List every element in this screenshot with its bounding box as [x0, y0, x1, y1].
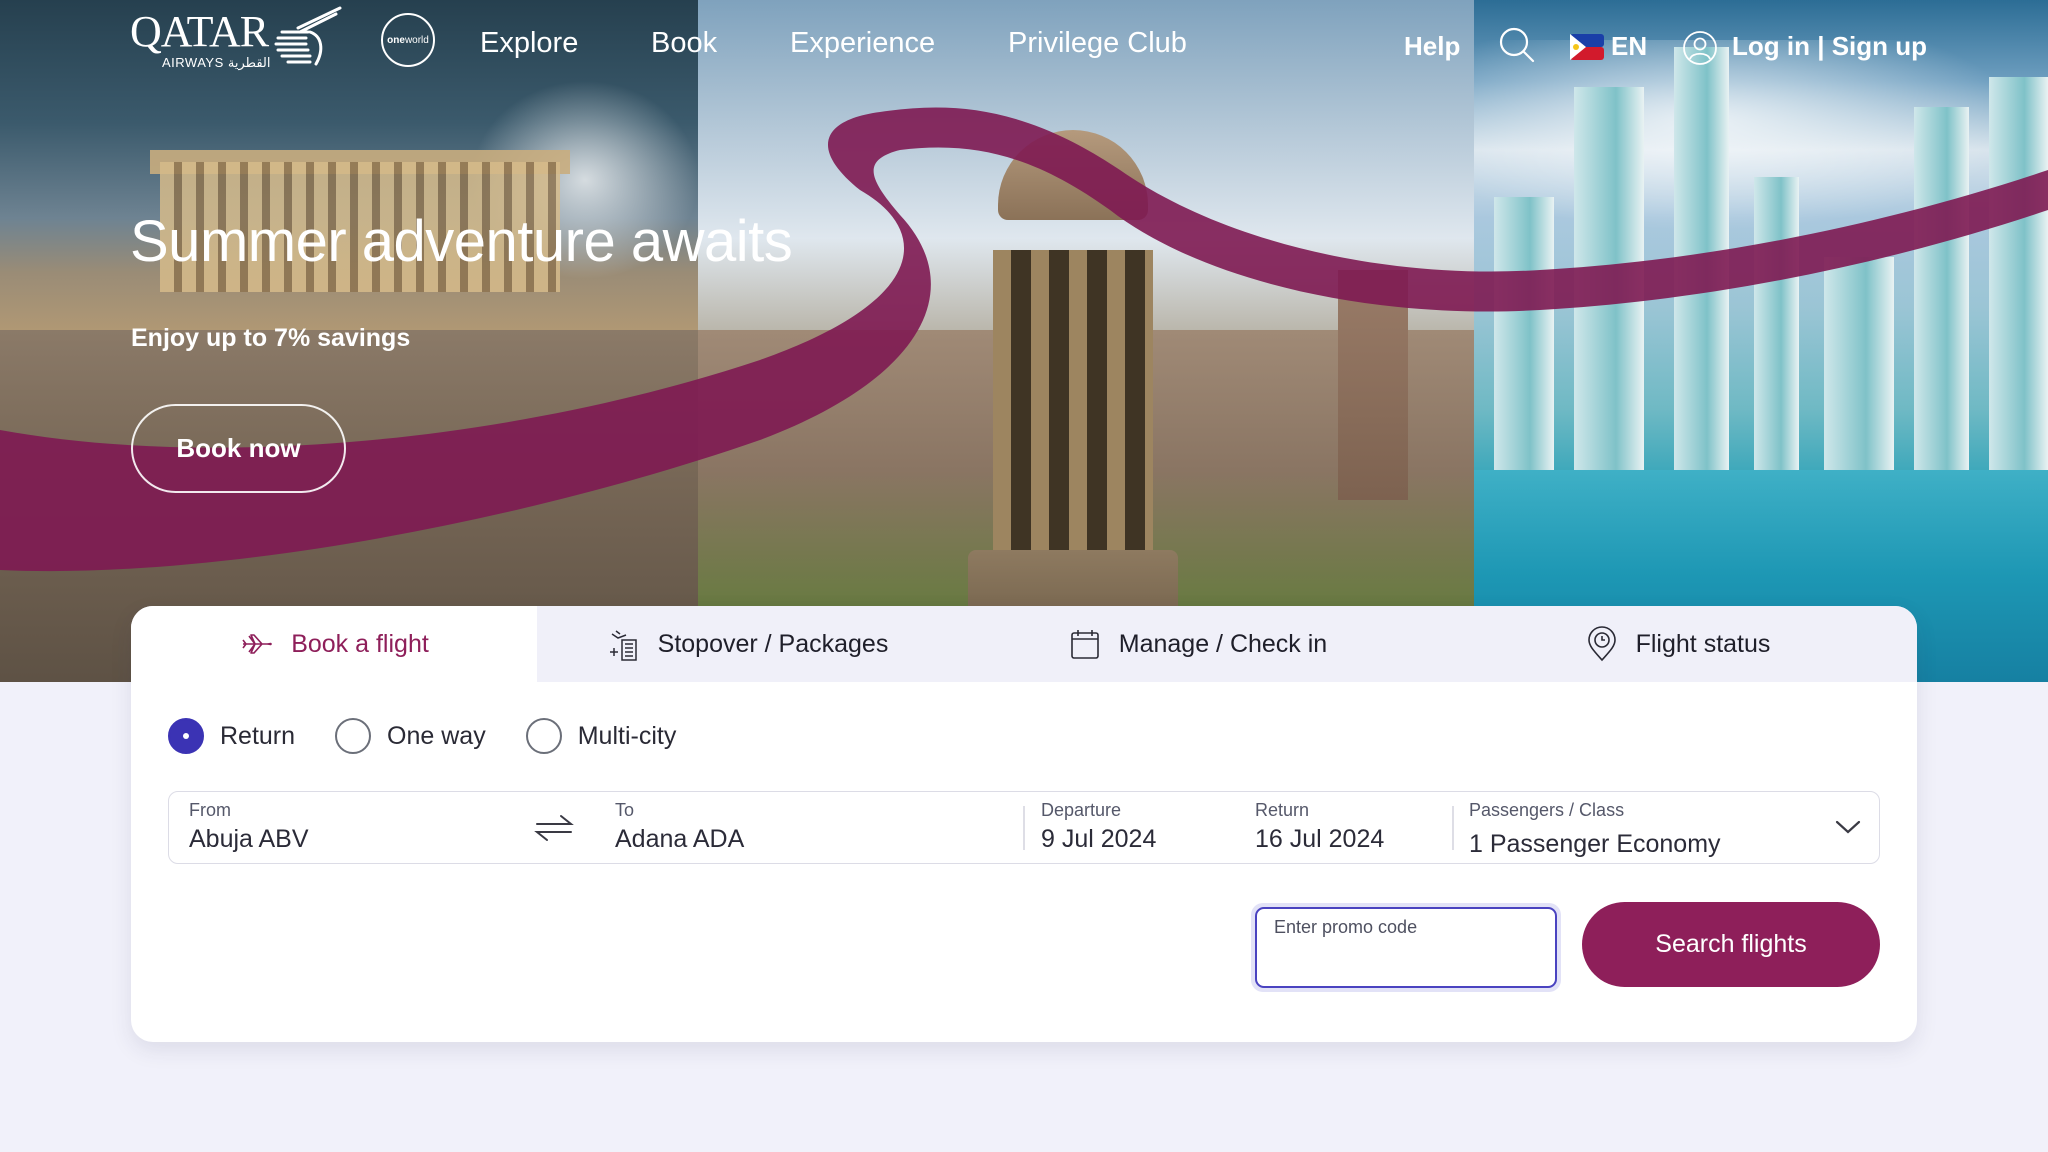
from-field[interactable]: From Abuja ABV	[189, 792, 509, 865]
hero-image-miami	[1474, 0, 2048, 682]
hero-image-edinburgh	[698, 0, 1474, 682]
promo-code-input[interactable]	[1271, 943, 1531, 977]
philippines-flag-icon	[1570, 34, 1604, 60]
nav-privilege-club[interactable]: Privilege Club	[1008, 26, 1187, 60]
login-signup-link[interactable]: Log in | Sign up	[1732, 30, 1927, 62]
passengers-label: Passengers / Class	[1469, 800, 1625, 820]
return-label: Return	[1255, 800, 1310, 820]
from-label: From	[189, 800, 231, 820]
booking-widget: Book a flight Stopover / Packages Manage…	[131, 606, 1917, 1042]
site-header: QATAR AIRWAYS القطرية oneworld Explore B…	[0, 0, 2048, 90]
to-field[interactable]: To Adana ADA	[615, 792, 1015, 865]
logo-wordmark: QATAR	[130, 7, 269, 56]
logo-subtitle: AIRWAYS القطرية	[162, 55, 271, 70]
tab-flight-status[interactable]: Flight status	[1437, 606, 1917, 682]
radio-indicator[interactable]	[335, 718, 372, 754]
departure-label: Departure	[1041, 800, 1122, 820]
book-now-button[interactable]: Book now	[131, 404, 346, 493]
departure-date-field[interactable]: Departure 9 Jul 2024	[1041, 792, 1241, 865]
promo-code-label: Enter promo code	[1274, 917, 1418, 937]
radio-indicator[interactable]	[525, 718, 562, 754]
promo-code-focus-ring: Enter promo code	[1251, 903, 1561, 992]
chevron-down-icon[interactable]	[1835, 816, 1861, 838]
return-value: 16 Jul 2024	[1255, 825, 1385, 853]
field-divider	[1452, 806, 1454, 850]
nav-explore[interactable]: Explore	[480, 26, 578, 60]
tab-label: Stopover / Packages	[657, 629, 889, 658]
tab-manage-check-in[interactable]: Manage / Check in	[957, 606, 1437, 682]
to-label: To	[615, 800, 635, 820]
nav-book[interactable]: Book	[651, 26, 717, 60]
passengers-value: 1 Passenger Economy	[1469, 830, 1721, 858]
tab-label: Manage / Check in	[1118, 629, 1328, 658]
calendar-icon	[1070, 630, 1099, 659]
return-date-field[interactable]: Return 16 Jul 2024	[1255, 792, 1435, 865]
booking-tabs: Book a flight Stopover / Packages Manage…	[131, 606, 1917, 682]
user-icon[interactable]	[1682, 30, 1718, 66]
language-selector[interactable]	[1570, 34, 1604, 60]
from-value: Abuja ABV	[189, 825, 309, 853]
trip-type-group: Return One way Multi-city	[168, 718, 716, 754]
clock-pin-icon	[1587, 626, 1616, 662]
radio-one-way[interactable]: One way	[335, 718, 486, 754]
tab-label: Book a flight	[291, 629, 429, 658]
hero-title: Summer adventure awaits	[130, 209, 793, 274]
qatar-airways-logo[interactable]: QATAR AIRWAYS القطرية	[130, 6, 342, 70]
stopover-hotel-icon	[609, 630, 637, 661]
passengers-class-field[interactable]: Passengers / Class 1 Passenger Economy	[1469, 792, 1849, 865]
oneworld-badge: oneworld	[381, 13, 435, 67]
help-link[interactable]: Help	[1404, 30, 1460, 62]
tab-stopover-packages[interactable]: Stopover / Packages	[537, 606, 957, 682]
flight-search-fields: From Abuja ABV To Adana ADA Departure 9 …	[168, 791, 1880, 864]
search-flights-button[interactable]: Search flights	[1582, 902, 1880, 987]
radio-label: Return	[220, 721, 296, 750]
radio-indicator[interactable]	[168, 718, 204, 754]
departure-value: 9 Jul 2024	[1041, 825, 1157, 853]
to-value: Adana ADA	[615, 825, 745, 853]
promo-code-field[interactable]: Enter promo code	[1255, 907, 1557, 988]
swap-airports-icon[interactable]	[534, 810, 574, 846]
radio-return[interactable]: Return	[168, 718, 295, 754]
tab-label: Flight status	[1635, 629, 1771, 658]
radio-label: Multi-city	[577, 721, 677, 750]
oryx-icon	[274, 6, 342, 66]
radio-multi-city[interactable]: Multi-city	[525, 718, 677, 754]
language-code[interactable]: EN	[1611, 30, 1647, 62]
search-icon[interactable]	[1498, 26, 1536, 64]
field-divider	[1023, 806, 1025, 850]
hero-subtitle: Enjoy up to 7% savings	[131, 324, 411, 352]
radio-label: One way	[387, 721, 486, 750]
tab-book-a-flight[interactable]: Book a flight	[131, 606, 537, 682]
airplane-icon	[242, 634, 273, 654]
nav-experience[interactable]: Experience	[790, 26, 935, 60]
